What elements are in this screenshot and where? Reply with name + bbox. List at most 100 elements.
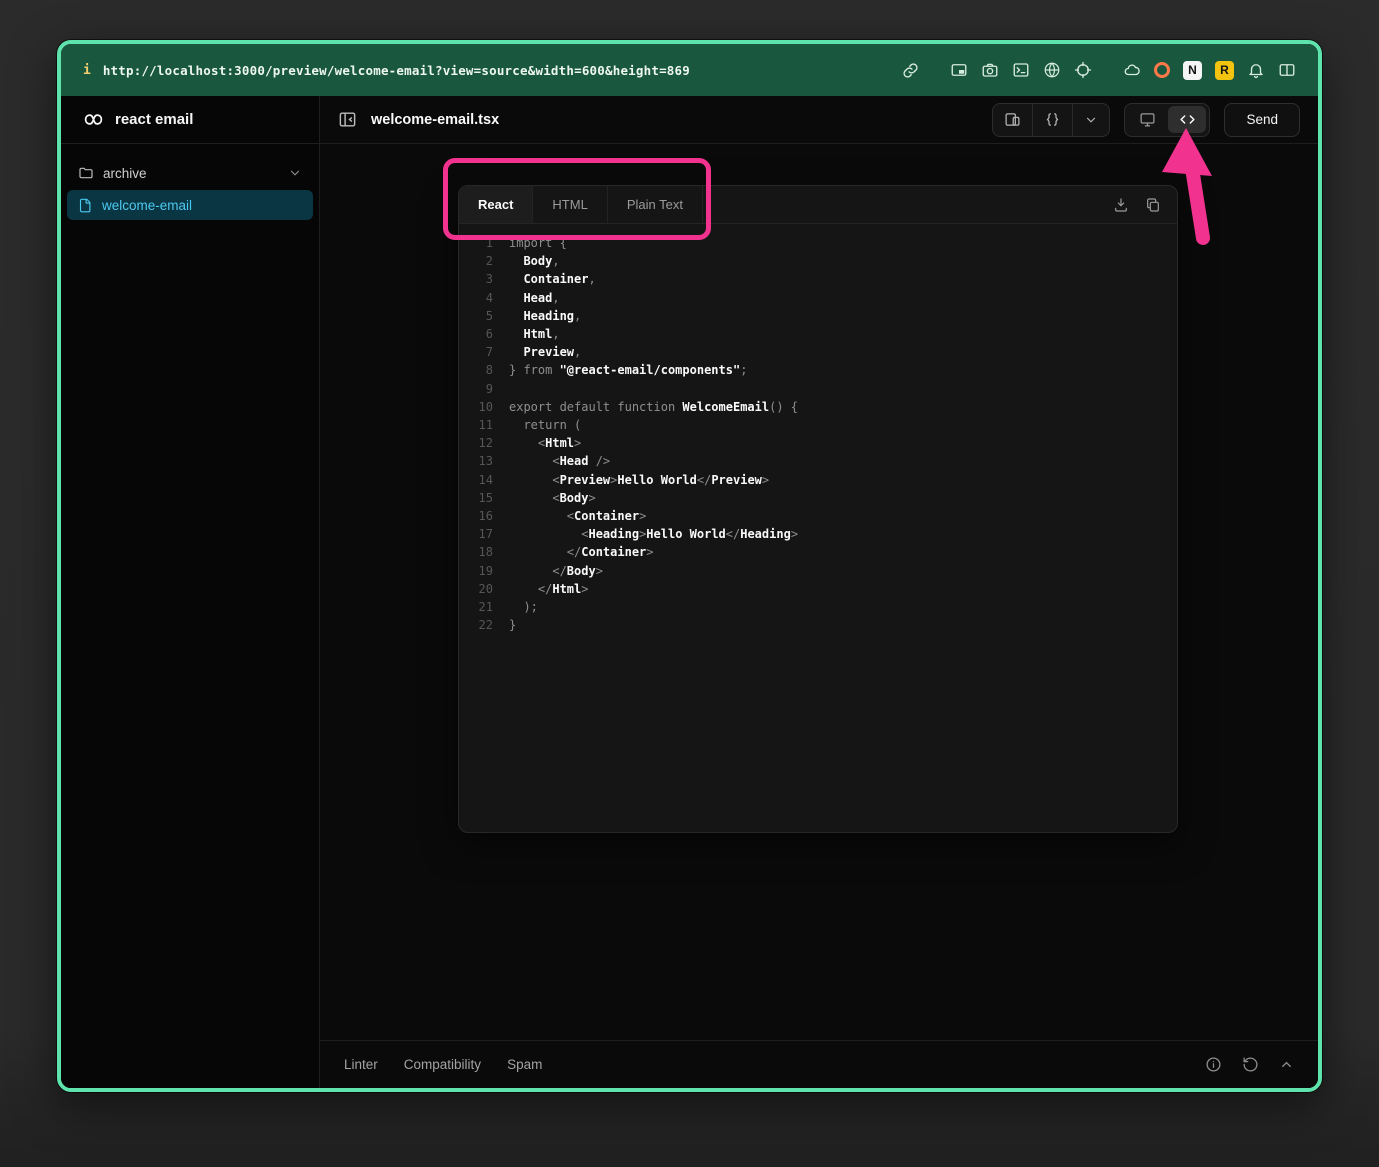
copy-icon[interactable] — [1145, 197, 1161, 213]
bell-icon[interactable] — [1247, 61, 1265, 79]
line-number: 5 — [471, 307, 493, 325]
browser-url-bar: i http://localhost:3000/preview/welcome-… — [61, 44, 1318, 96]
braces-icon[interactable] — [1032, 104, 1072, 136]
main-content: ReactHTMLPlain Text 1 import {2 Body,3 Co… — [320, 144, 1318, 1040]
code-line: 17 <Heading>Hello World</Heading> — [459, 525, 1177, 543]
split-view-icon[interactable] — [1278, 61, 1296, 79]
line-number: 12 — [471, 434, 493, 452]
sidebar-tree: archive welcome-email — [61, 144, 319, 220]
code-text: return ( — [509, 416, 581, 434]
code-text: export default function WelcomeEmail() { — [509, 398, 798, 416]
code-line: 2 Body, — [459, 252, 1177, 270]
info-icon[interactable] — [1205, 1056, 1222, 1073]
file-icon — [78, 198, 93, 213]
code-tabs: ReactHTMLPlain Text — [459, 186, 703, 223]
line-number: 11 — [471, 416, 493, 434]
chevron-down-icon[interactable] — [1072, 104, 1109, 136]
header-toolbar: Send — [992, 103, 1300, 137]
code-text: <Preview>Hello World</Preview> — [509, 471, 769, 489]
monitor-icon[interactable] — [1128, 106, 1166, 133]
folder-label: archive — [103, 166, 147, 181]
code-text: import { — [509, 234, 567, 252]
sidebar-folder-archive[interactable]: archive — [67, 158, 313, 188]
code-line: 22} — [459, 616, 1177, 634]
line-number: 17 — [471, 525, 493, 543]
link-icon[interactable] — [902, 62, 919, 79]
code-line: 3 Container, — [459, 270, 1177, 288]
chevron-up-icon[interactable] — [1279, 1057, 1294, 1072]
line-number: 1 — [471, 234, 493, 252]
panel-left-icon[interactable] — [338, 110, 357, 129]
footer-tab-linter[interactable]: Linter — [344, 1057, 378, 1072]
urlbar-icons: N R — [902, 61, 1296, 80]
code-line: 5 Heading, — [459, 307, 1177, 325]
code-actions — [1113, 186, 1177, 223]
code-text: <Heading>Hello World</Heading> — [509, 525, 798, 543]
notion-badge[interactable]: N — [1183, 61, 1202, 80]
chevron-down-icon — [288, 166, 302, 180]
line-number: 19 — [471, 562, 493, 580]
line-number: 10 — [471, 398, 493, 416]
footer-tab-spam[interactable]: Spam — [507, 1057, 542, 1072]
r-badge[interactable]: R — [1215, 61, 1234, 80]
globe-icon[interactable] — [1043, 61, 1061, 79]
extension-favicon: i — [83, 63, 91, 78]
target-icon[interactable] — [1074, 61, 1092, 79]
line-number: 16 — [471, 507, 493, 525]
line-number: 4 — [471, 289, 493, 307]
main-area: welcome-email.tsx — [320, 96, 1318, 1088]
app: react email archive welcome-email — [61, 96, 1318, 1088]
download-icon[interactable] — [1113, 197, 1129, 213]
viewport-icon[interactable] — [993, 104, 1032, 136]
code-lines: 1import {2 Body,3 Container,4 Head,5 Hea… — [459, 234, 1177, 634]
line-number: 18 — [471, 543, 493, 561]
folder-icon — [78, 165, 94, 181]
code-editor: 1import {2 Body,3 Container,4 Head,5 Hea… — [459, 224, 1177, 832]
code-text: Html, — [509, 325, 560, 343]
code-line: 20 </Html> — [459, 580, 1177, 598]
line-number: 8 — [471, 361, 493, 379]
code-text: ); — [509, 598, 538, 616]
pip-icon[interactable] — [950, 61, 968, 79]
code-text: } — [509, 616, 516, 634]
code-text: Head, — [509, 289, 560, 307]
sidebar-item-label: welcome-email — [102, 198, 192, 213]
code-text: Heading, — [509, 307, 581, 325]
refresh-icon[interactable] — [1242, 1056, 1259, 1073]
page-title: welcome-email.tsx — [371, 112, 499, 128]
code-line: 18 </Container> — [459, 543, 1177, 561]
code-tabs-bar: ReactHTMLPlain Text — [459, 186, 1177, 224]
code-text: <Container> — [509, 507, 646, 525]
footer-bar: Linter Compatibility Spam — [320, 1040, 1318, 1088]
code-tab-react[interactable]: React — [459, 186, 533, 223]
logo-label: react email — [115, 111, 193, 128]
terminal-icon[interactable] — [1012, 61, 1030, 79]
code-tab-html[interactable]: HTML — [533, 186, 607, 223]
opera-badge-icon[interactable] — [1154, 62, 1170, 78]
url-text[interactable]: http://localhost:3000/preview/welcome-em… — [103, 63, 690, 78]
line-number: 15 — [471, 489, 493, 507]
code-text: Preview, — [509, 343, 581, 361]
line-number: 14 — [471, 471, 493, 489]
cloud-icon[interactable] — [1123, 61, 1141, 79]
sidebar: react email archive welcome-email — [61, 96, 320, 1088]
code-text: <Head /> — [509, 452, 610, 470]
code-text: } from "@react-email/components"; — [509, 361, 747, 379]
footer-icons — [1205, 1056, 1294, 1073]
footer-tab-compatibility[interactable]: Compatibility — [404, 1057, 481, 1072]
main-header: welcome-email.tsx — [320, 96, 1318, 144]
code-line: 4 Head, — [459, 289, 1177, 307]
view-toggle-group — [992, 103, 1110, 137]
mode-toggle-group — [1124, 103, 1210, 137]
line-number: 9 — [471, 380, 493, 398]
send-button[interactable]: Send — [1224, 103, 1300, 137]
code-line: 10 export default function WelcomeEmail()… — [459, 398, 1177, 416]
line-number: 22 — [471, 616, 493, 634]
code-text: </Html> — [509, 580, 589, 598]
sidebar-item-welcome-email[interactable]: welcome-email — [67, 190, 313, 220]
code-tab-plain-text[interactable]: Plain Text — [608, 186, 703, 223]
line-number: 21 — [471, 598, 493, 616]
line-number: 13 — [471, 452, 493, 470]
camera-icon[interactable] — [981, 61, 999, 79]
code-icon[interactable] — [1168, 106, 1206, 133]
